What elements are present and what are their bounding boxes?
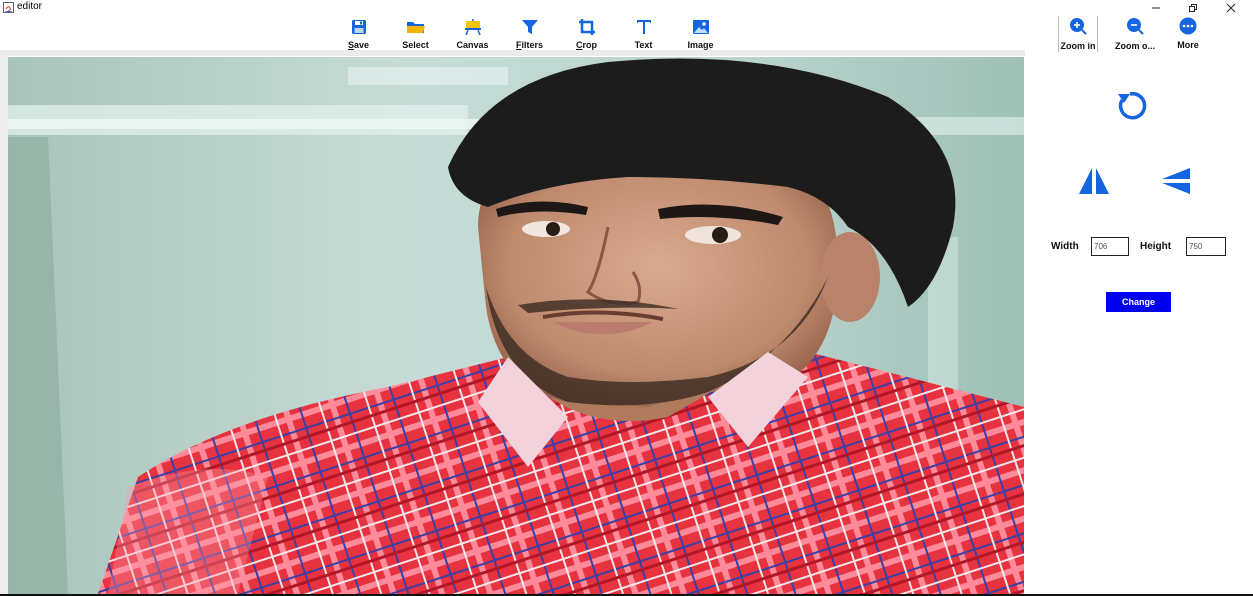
zoom-in-label: Zoom in bbox=[1060, 41, 1096, 51]
portrait-photo bbox=[8, 57, 1024, 594]
restore-icon bbox=[1189, 4, 1197, 12]
height-field[interactable] bbox=[1186, 237, 1226, 256]
flip-vertical-button[interactable] bbox=[1158, 166, 1192, 196]
text-t-icon bbox=[636, 20, 651, 34]
save-button[interactable]: Save bbox=[330, 16, 387, 52]
zoom-out-button[interactable]: Zoom o... bbox=[1110, 16, 1160, 52]
close-button[interactable] bbox=[1214, 0, 1248, 16]
canvas-top-border bbox=[0, 50, 1025, 56]
canvas-left-border bbox=[0, 56, 8, 594]
canvas-button[interactable]: Canvas bbox=[444, 16, 501, 52]
canvas-label: Canvas bbox=[456, 40, 489, 50]
flip-horizontal-icon bbox=[1079, 168, 1109, 194]
image-button[interactable]: Image bbox=[672, 16, 729, 52]
image-label: Image bbox=[687, 40, 714, 50]
rotate-icon bbox=[1118, 91, 1147, 120]
crop-button[interactable]: Crop bbox=[558, 16, 615, 52]
crop-icon bbox=[578, 19, 595, 35]
image-canvas[interactable] bbox=[8, 57, 1024, 594]
title-bar: editor bbox=[0, 0, 1253, 16]
more-dots-icon bbox=[1179, 17, 1197, 35]
more-button[interactable]: More bbox=[1163, 16, 1213, 52]
more-label: More bbox=[1177, 40, 1199, 50]
change-button[interactable]: Change bbox=[1106, 292, 1171, 312]
zoom-out-label: Zoom o... bbox=[1115, 41, 1155, 51]
canvas-easel-icon bbox=[464, 19, 481, 36]
filters-label: ilters bbox=[521, 40, 543, 50]
window-title: editor bbox=[17, 1, 43, 12]
select-folder-icon bbox=[406, 22, 425, 33]
filter-funnel-icon bbox=[521, 20, 538, 34]
width-label: Width bbox=[1051, 241, 1079, 252]
width-field[interactable] bbox=[1091, 237, 1129, 256]
zoom-in-icon bbox=[1070, 18, 1087, 35]
main-toolbar: Save Select Canvas Filters Crop Text Ima… bbox=[330, 16, 729, 52]
image-icon bbox=[692, 20, 709, 34]
zoom-in-button[interactable]: Zoom in bbox=[1053, 16, 1103, 52]
close-icon bbox=[1226, 3, 1236, 13]
filters-button[interactable]: Filters bbox=[501, 16, 558, 52]
crop-label: rop bbox=[582, 40, 598, 50]
select-button[interactable]: Select bbox=[387, 16, 444, 52]
select-label: Select bbox=[402, 40, 429, 50]
restore-button[interactable] bbox=[1176, 0, 1210, 16]
java-app-icon bbox=[3, 2, 14, 13]
rotate-button[interactable] bbox=[1112, 88, 1148, 124]
minimize-button[interactable] bbox=[1139, 0, 1173, 16]
save-label: ave bbox=[353, 40, 370, 50]
flip-vertical-icon bbox=[1162, 168, 1190, 194]
text-label: Text bbox=[634, 40, 653, 50]
zoom-out-icon bbox=[1127, 18, 1144, 35]
height-label: Height bbox=[1140, 241, 1172, 252]
text-button[interactable]: Text bbox=[615, 16, 672, 52]
flip-horizontal-button[interactable] bbox=[1077, 166, 1111, 196]
minimize-icon bbox=[1152, 7, 1160, 9]
save-icon bbox=[351, 20, 366, 34]
